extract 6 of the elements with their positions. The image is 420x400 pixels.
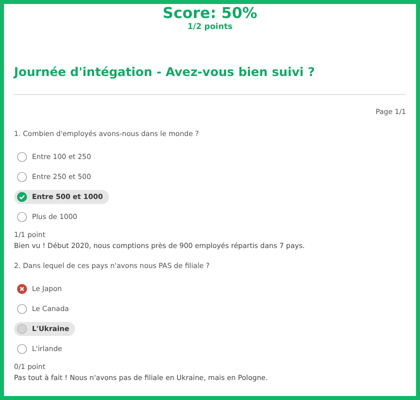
quiz-title: Journée d'intégation - Avez-vous bien suivi ? (14, 64, 316, 80)
check-icon (17, 192, 27, 202)
radio-icon (17, 212, 27, 222)
cross-icon (17, 284, 27, 294)
score-title: Score: 50% (162, 5, 258, 22)
score-points: 1/2 points (186, 22, 234, 32)
